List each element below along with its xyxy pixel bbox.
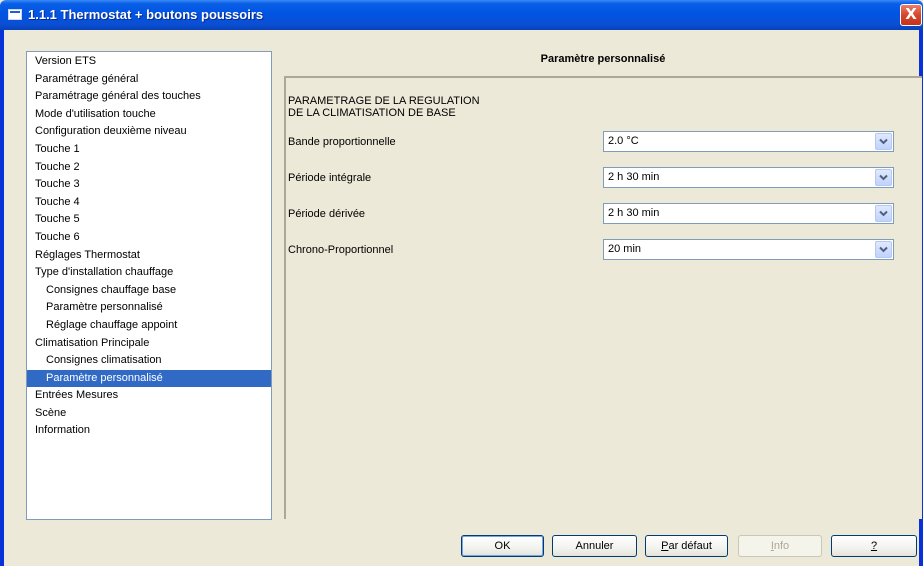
tree-item-climatisation-principale[interactable]: Climatisation Principale	[27, 335, 271, 353]
tree-item-mode-utilisation[interactable]: Mode d'utilisation touche	[27, 106, 271, 124]
default-button-label: ar défaut	[668, 540, 712, 552]
tree-item-version-ets[interactable]: Version ETS	[27, 53, 271, 71]
window-frame-left	[0, 30, 4, 566]
window-icon	[8, 9, 22, 20]
chevron-down-icon[interactable]	[875, 133, 892, 150]
tree-item-entrees-mesures[interactable]: Entrées Mesures	[27, 387, 271, 405]
tree-item-touche-6[interactable]: Touche 6	[27, 229, 271, 247]
window-title: 1.1.1 Thermostat + boutons poussoirs	[28, 7, 264, 22]
section-title-line-1: PARAMETRAGE DE LA REGULATION	[288, 95, 480, 107]
tree-item-consignes-climatisation[interactable]: Consignes climatisation	[27, 352, 271, 370]
parameter-tree[interactable]: Version ETS Paramétrage général Paramétr…	[26, 51, 272, 520]
tree-item-parametre-personnalise-climatisation[interactable]: Paramètre personnalisé	[27, 369, 271, 388]
param-label-chrono-proportionnel: Chrono-Proportionnel	[288, 244, 394, 256]
tree-item-parametrage-general[interactable]: Paramétrage général	[27, 71, 271, 89]
section-title: PARAMETRAGE DE LA REGULATION DE LA CLIMA…	[288, 95, 480, 119]
chevron-down-icon[interactable]	[875, 205, 892, 222]
tree-item-touche-5[interactable]: Touche 5	[27, 211, 271, 229]
tree-item-scene[interactable]: Scène	[27, 405, 271, 423]
select-chrono-proportionnel[interactable]: 20 min	[603, 239, 894, 260]
default-button[interactable]: Par défaut	[645, 535, 728, 557]
close-icon: X	[905, 5, 917, 23]
title-bar[interactable]: 1.1.1 Thermostat + boutons poussoirs X	[0, 0, 923, 30]
select-bande-proportionnelle[interactable]: 2.0 °C	[603, 131, 894, 152]
chevron-down-icon[interactable]	[875, 241, 892, 258]
panel-title: Paramètre personnalisé	[540, 53, 666, 65]
chevron-down-icon[interactable]	[875, 169, 892, 186]
info-button[interactable]: Info	[738, 535, 822, 557]
tree-item-touche-4[interactable]: Touche 4	[27, 194, 271, 212]
select-value: 20 min	[608, 243, 642, 255]
param-label-bande-proportionnelle: Bande proportionnelle	[288, 136, 396, 148]
tree-item-touche-2[interactable]: Touche 2	[27, 159, 271, 177]
tree-item-consignes-chauffage-base[interactable]: Consignes chauffage base	[27, 282, 271, 300]
param-label-periode-integrale: Période intégrale	[288, 172, 372, 184]
select-periode-integrale[interactable]: 2 h 30 min	[603, 167, 894, 188]
tree-item-reglages-thermostat[interactable]: Réglages Thermostat	[27, 247, 271, 265]
close-button[interactable]: X	[900, 4, 922, 26]
help-button[interactable]: ?	[831, 535, 917, 557]
section-title-line-2: DE LA CLIMATISATION DE BASE	[288, 107, 456, 119]
cancel-button[interactable]: Annuler	[552, 535, 637, 557]
select-value: 2 h 30 min	[608, 207, 660, 219]
tree-item-touche-3[interactable]: Touche 3	[27, 176, 271, 194]
param-label-periode-derivee: Période dérivée	[288, 208, 366, 220]
tree-item-type-installation-chauffage[interactable]: Type d'installation chauffage	[27, 264, 271, 282]
info-button-label: nfo	[773, 540, 790, 552]
tree-item-reglage-chauffage-appoint[interactable]: Réglage chauffage appoint	[27, 317, 271, 335]
tree-item-parametrage-touches[interactable]: Paramétrage général des touches	[27, 88, 271, 106]
select-value: 2 h 30 min	[608, 171, 660, 183]
select-value: 2.0 °C	[608, 135, 639, 147]
tree-item-information[interactable]: Information	[27, 422, 271, 440]
ok-button[interactable]: OK	[461, 535, 544, 557]
help-button-label: ?	[870, 540, 878, 552]
tree-item-touche-1[interactable]: Touche 1	[27, 141, 271, 159]
select-periode-derivee[interactable]: 2 h 30 min	[603, 203, 894, 224]
tree-item-configuration-deuxieme-niveau[interactable]: Configuration deuxième niveau	[27, 123, 271, 141]
tree-item-parametre-personnalise-chauffage[interactable]: Paramètre personnalisé	[27, 299, 271, 317]
